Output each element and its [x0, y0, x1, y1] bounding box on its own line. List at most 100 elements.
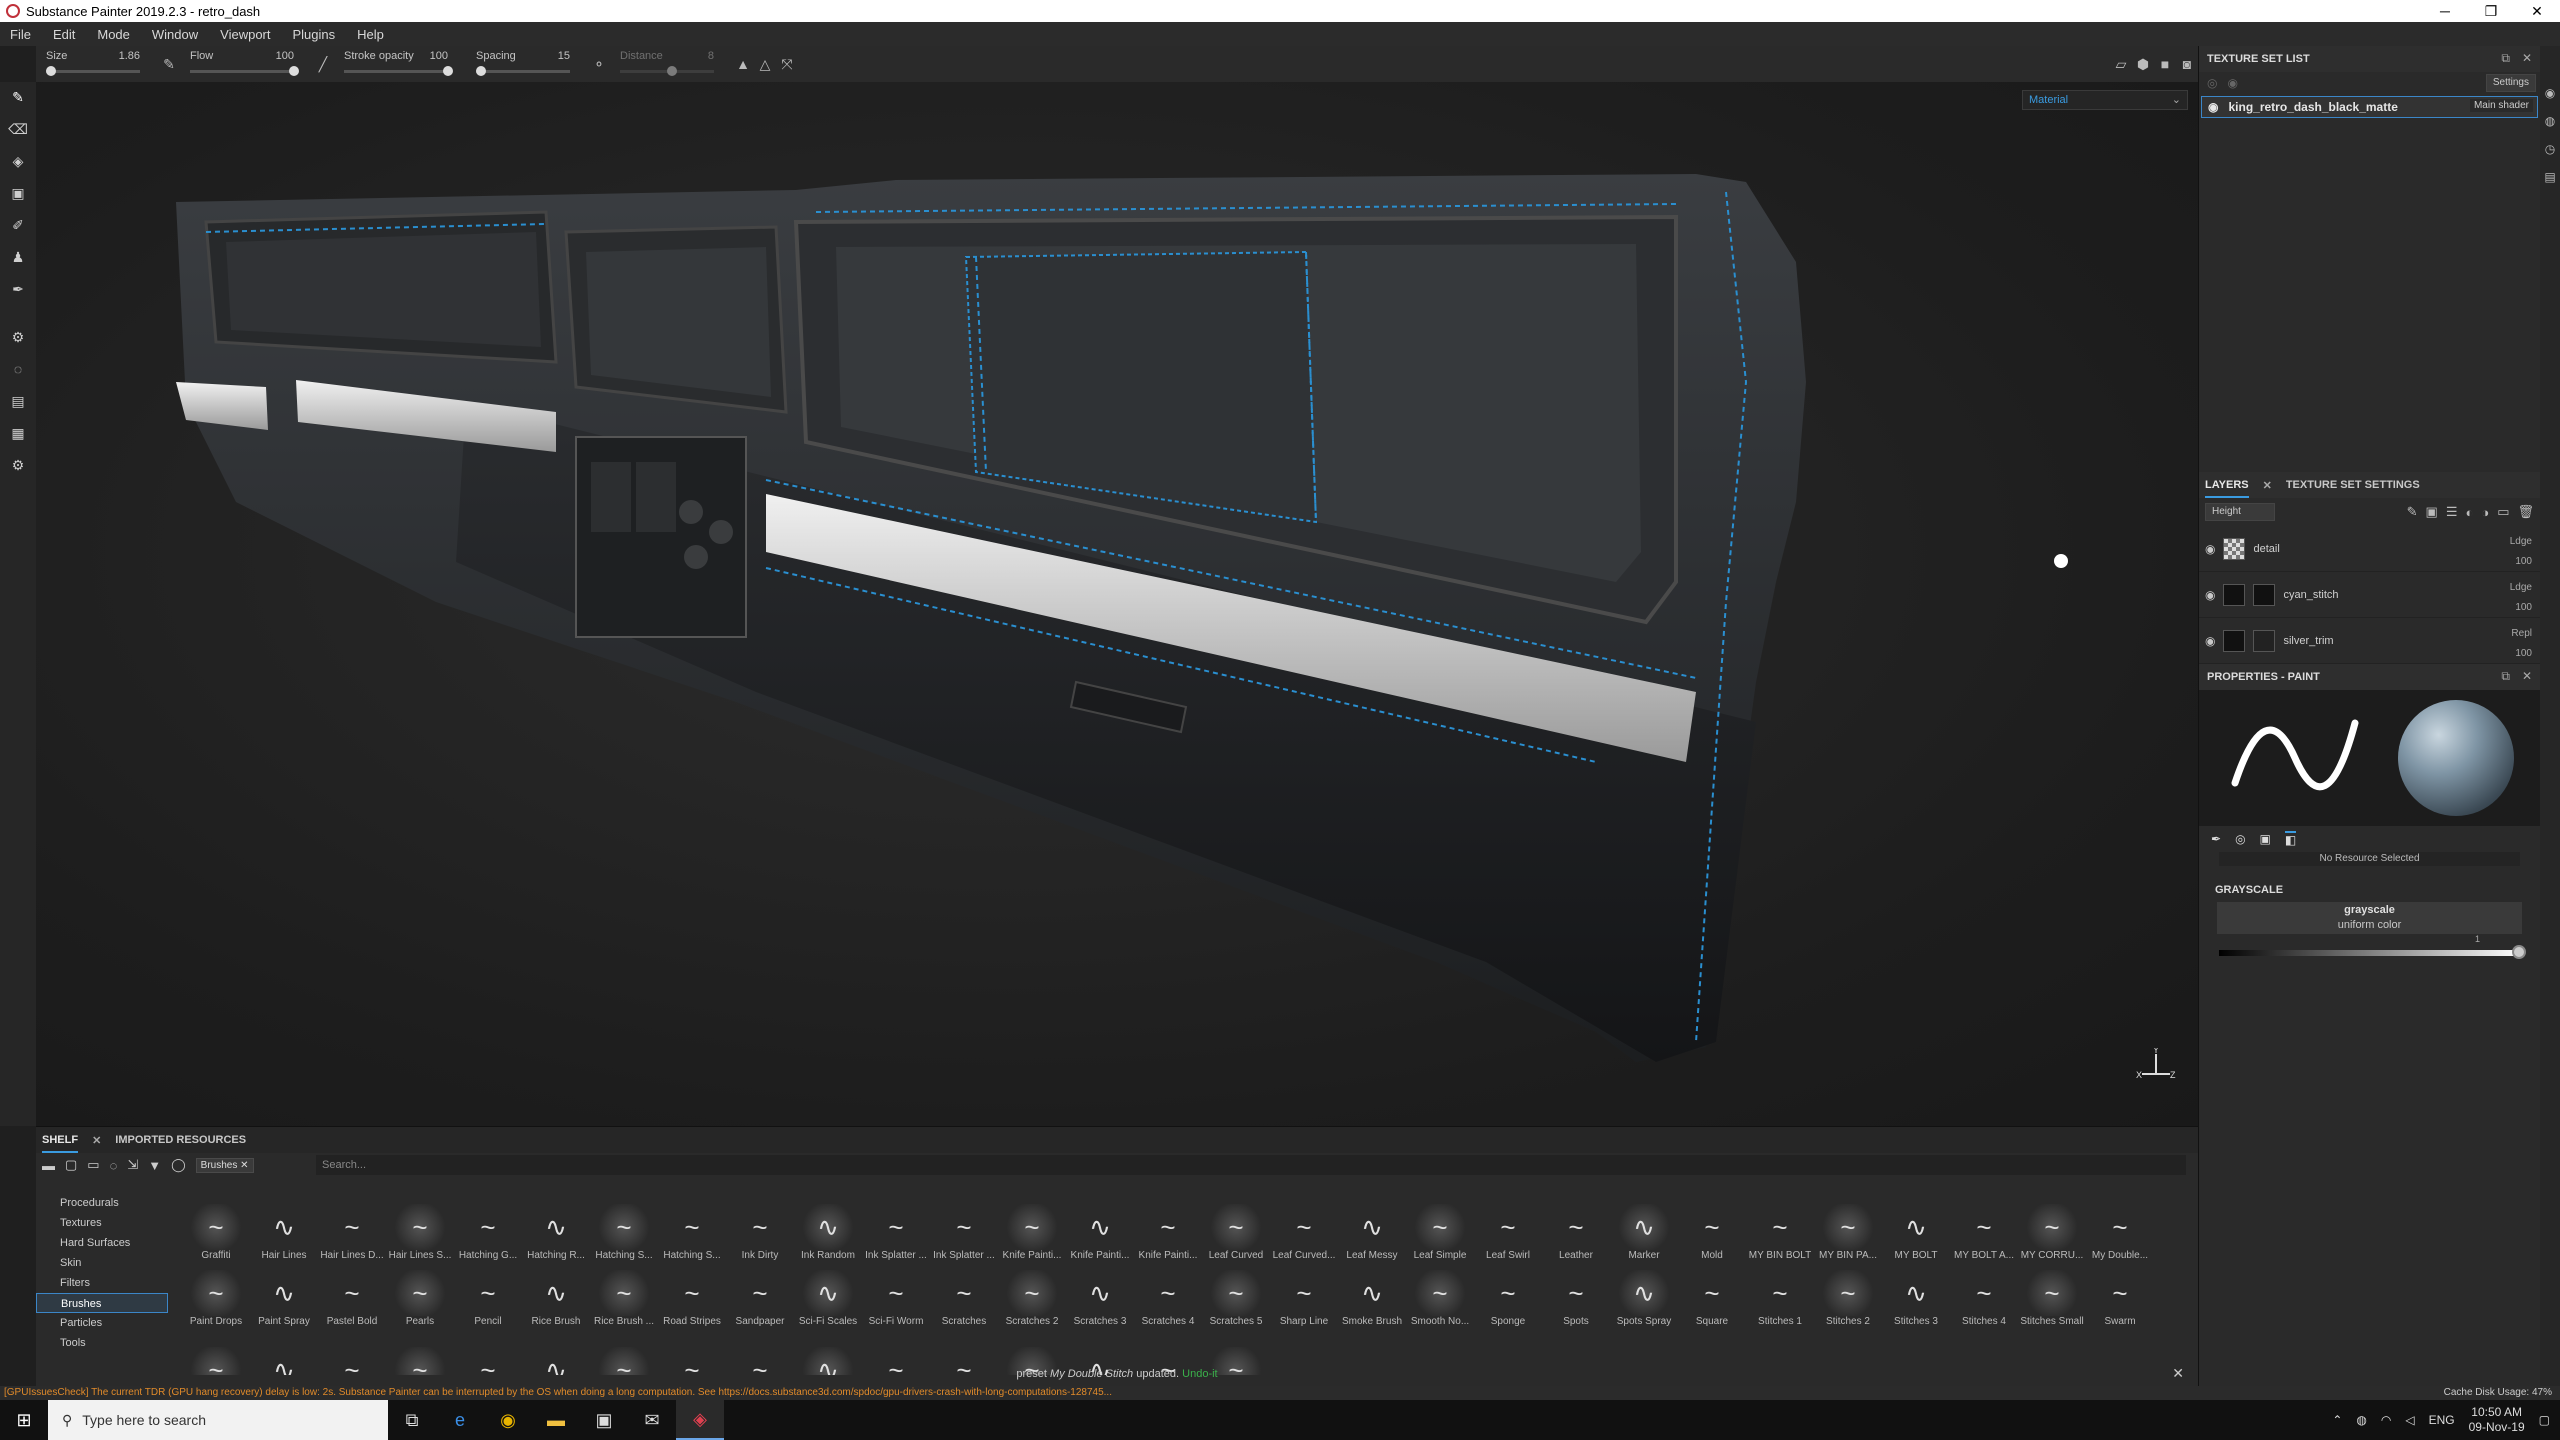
brush-item[interactable]: ~ Hair Lines D... [320, 1204, 384, 1262]
tab-imported-resources[interactable]: IMPORTED RESOURCES [115, 1127, 246, 1153]
folder-icon[interactable]: ▬ [42, 1158, 55, 1173]
flow-pressure-icon[interactable]: ╱ [312, 53, 334, 75]
store-icon[interactable]: ▣ [580, 1400, 628, 1440]
brush-item[interactable]: ~ Rice Brush ... [592, 1270, 656, 1327]
layer-row[interactable]: ◉ silver_trim Repl 100 [2199, 618, 2540, 664]
brush-item[interactable]: ~ Hatching S... [592, 1204, 656, 1261]
brush-item[interactable]: ∿ Paint Spray [252, 1270, 316, 1328]
brush-item[interactable]: ~ MY BIN PA... [1816, 1204, 1880, 1261]
projection-tool-icon[interactable]: ◈ [7, 152, 29, 170]
close-panel-icon[interactable]: ✕ [2522, 51, 2532, 66]
taskbar-search[interactable]: ⚲ Type here to search [48, 1400, 388, 1440]
brush-item[interactable]: ~ MY BOLT A... [1952, 1204, 2016, 1262]
brush-item[interactable]: ~ MY BIN BOLT [1748, 1204, 1812, 1262]
remove-filter-icon[interactable]: ✕ [240, 1160, 248, 1171]
maximize-button[interactable]: ❐ [2468, 0, 2514, 22]
channel-dropdown[interactable]: Height [2205, 503, 2275, 521]
stroke-opacity-track[interactable] [344, 66, 453, 76]
brush-item[interactable]: ~ Ink Dirty [728, 1204, 792, 1262]
distance-slider[interactable]: Distance 8 [610, 46, 720, 82]
size-track[interactable] [45, 66, 140, 76]
brush-item[interactable]: ∿ Rice Brush [524, 1270, 588, 1328]
float-panel-icon[interactable]: ⧉ [2501, 669, 2510, 684]
blend-mode[interactable]: Repl [2511, 628, 2532, 639]
menu-help[interactable]: Help [357, 27, 384, 42]
size-knob[interactable] [45, 66, 56, 76]
add-filter-icon[interactable]: ☰ [2446, 504, 2458, 520]
category-textures[interactable]: Textures [36, 1213, 168, 1233]
blend-mode[interactable]: Ldge [2510, 582, 2532, 593]
grayscale-resource[interactable]: grayscale uniform color [2217, 902, 2522, 934]
brush-item[interactable]: ~ Stitches Small [2020, 1270, 2084, 1327]
brush-item[interactable]: ~ Spots [1544, 1270, 1608, 1328]
brush-item[interactable]: ~ Pearls [388, 1270, 452, 1327]
layer-eye-icon[interactable]: ◉ [2205, 542, 2215, 556]
spacing-track[interactable] [475, 66, 570, 76]
category-filters[interactable]: Filters [36, 1273, 168, 1293]
flow-track[interactable] [190, 66, 299, 76]
brush-item[interactable]: ~ Ink Splatter ... [932, 1204, 996, 1262]
task-view-icon[interactable]: ⧉ [388, 1400, 436, 1440]
brush-item[interactable]: ∿ Hatching R... [524, 1204, 588, 1262]
eye-icon[interactable]: ◉ [2208, 100, 2218, 114]
filter-reset-icon[interactable]: ◯ [171, 1157, 186, 1173]
layer-eye-icon[interactable]: ◉ [2205, 588, 2215, 602]
flow-slider[interactable]: Flow 100 [180, 46, 300, 82]
add-folder-icon[interactable]: ▭ [2497, 504, 2509, 520]
menu-edit[interactable]: Edit [53, 27, 75, 42]
tab-shelf[interactable]: SHELF [42, 1127, 79, 1153]
solo-icon[interactable]: ◉ [2227, 76, 2237, 90]
material-tab-icon[interactable]: ◧ [2284, 831, 2297, 847]
grayscale-value[interactable]: 1 [2475, 934, 2480, 944]
brush-item[interactable]: ~ Sandpaper [728, 1270, 792, 1328]
history-icon[interactable]: ◷ [2545, 142, 2555, 156]
brush-item[interactable]: ~ My Double... [2088, 1204, 2152, 1262]
bake-icon[interactable]: ⚙ [7, 328, 29, 346]
close-window-button[interactable]: ✕ [2514, 0, 2560, 22]
layer-opacity[interactable]: 100 [2515, 648, 2532, 659]
brush-item[interactable]: ∿ Smoke Brush [1340, 1270, 1404, 1328]
new-window-icon[interactable]: ▢ [65, 1157, 77, 1173]
screenshot-icon[interactable]: ◙ [2176, 53, 2198, 75]
windows-start-icon[interactable]: ⊞ [0, 1410, 48, 1431]
paint-brush-tool-icon[interactable]: ✎ [7, 88, 29, 106]
category-skin[interactable]: Skin [36, 1253, 168, 1273]
hide-icon[interactable]: ◌ [110, 1158, 118, 1173]
stencil-tab-icon[interactable]: ▣ [2260, 832, 2271, 846]
3d-viewport[interactable]: Material ⌄ Y X Z [36, 82, 2198, 1126]
brush-item[interactable]: ~ Scratches [932, 1270, 996, 1328]
notifications-icon[interactable]: ▢ [2539, 1413, 2550, 1427]
volume-icon[interactable]: ◁ [2405, 1413, 2414, 1427]
brush-item[interactable]: ∿ Sci-Fi Scales [796, 1270, 860, 1327]
menu-viewport[interactable]: Viewport [220, 27, 270, 42]
brush-item[interactable]: ~ Scratches 4 [1136, 1270, 1200, 1328]
wifi-icon[interactable]: ◠ [2381, 1413, 2391, 1427]
log-panel-icon[interactable]: ▤ [2544, 170, 2555, 184]
brush-item[interactable]: ∿ Marker [1612, 1204, 1676, 1261]
filter-icon[interactable]: ▼ [148, 1158, 161, 1173]
save-icon[interactable]: ▭ [87, 1157, 99, 1173]
color-picker-tool-icon[interactable]: ✒ [7, 280, 29, 298]
eraser-tool-icon[interactable]: ⌫ [7, 120, 29, 138]
distance-track[interactable] [620, 66, 714, 76]
brush-item[interactable]: ∿ Hair Lines [252, 1204, 316, 1262]
shader-dropdown[interactable]: Main shader [2469, 99, 2533, 112]
alpha-tab-icon[interactable]: ◎ [2235, 832, 2245, 846]
brush-item[interactable]: ∿ Scratches 3 [1068, 1270, 1132, 1328]
tab-texture-set-settings[interactable]: TEXTURE SET SETTINGS [2286, 472, 2420, 498]
brush-item[interactable]: ~ Hatching G... [456, 1204, 520, 1262]
brush-item[interactable]: ~ Leaf Simple [1408, 1204, 1472, 1261]
grayscale-knob[interactable] [2512, 945, 2526, 959]
lazy-mouse-icon[interactable]: ⚬ [588, 53, 610, 75]
brush-item[interactable]: ~ Leaf Swirl [1476, 1204, 1540, 1262]
texture-set-item[interactable]: ◉ king_retro_dash_black_matte Main shade… [2201, 96, 2538, 118]
stroke-opacity-value[interactable]: 100 [430, 50, 448, 62]
close-layers-tab-icon[interactable]: ✕ [2263, 479, 2272, 492]
add-paint-layer-icon[interactable]: ◑ [2481, 505, 2489, 520]
camera-icon[interactable]: ■ [2154, 53, 2176, 75]
layer-opacity[interactable]: 100 [2515, 602, 2532, 613]
edge-browser-icon[interactable]: e [436, 1400, 484, 1440]
brush-item[interactable]: ~ Stitches 1 [1748, 1270, 1812, 1328]
clone-tool-icon[interactable]: ♟ [7, 248, 29, 266]
undo-link[interactable]: Undo-it [1182, 1368, 1217, 1380]
